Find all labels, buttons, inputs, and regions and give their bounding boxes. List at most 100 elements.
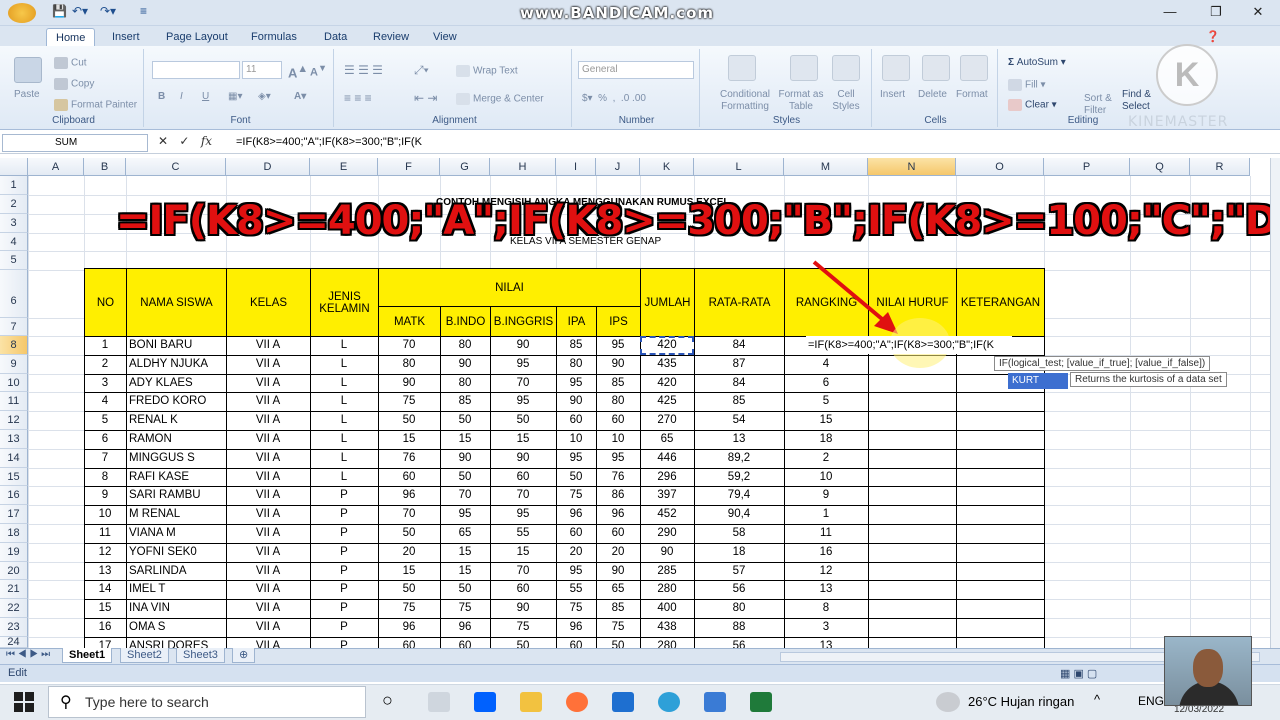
cell-rangking[interactable]: 2 [785,449,867,467]
row-header[interactable]: 3 [0,214,28,233]
cell-no[interactable]: 11 [85,524,125,542]
column-header[interactable]: L [694,158,784,176]
cell-nama[interactable]: ALDHY NJUKA [127,355,225,373]
cell-styles-button[interactable]: Cell Styles [826,89,866,113]
fill-color-icon[interactable]: ◈▾ [258,91,271,102]
cell-no[interactable]: 4 [85,392,125,410]
grow-font-icon[interactable]: A▲ [288,63,308,80]
cell-rata[interactable]: 90,4 [695,505,783,523]
tab-page-layout[interactable]: Page Layout [166,28,228,46]
cell-jumlah[interactable]: 280 [641,580,693,598]
shrink-font-icon[interactable]: A▼ [310,63,327,79]
cell-bindo[interactable]: 60 [441,637,489,648]
cell-ipa[interactable]: 96 [557,618,595,636]
help-icon[interactable]: ❓ [1206,28,1220,46]
cell-binggris[interactable]: 50 [491,411,555,429]
paste-button[interactable]: Paste [14,89,40,100]
format-as-table-button[interactable]: Format as Table [778,89,824,113]
sheet-tab-2[interactable]: Sheet2 [120,648,169,663]
cell-nama[interactable]: ANSRI DORES [127,637,225,648]
cell-binggris[interactable]: 90 [491,449,555,467]
cell-rata[interactable]: 79,4 [695,486,783,504]
row-header[interactable]: 1 [0,176,28,195]
format-painter-button[interactable]: Format Painter [71,100,137,111]
cell-matk[interactable]: 15 [379,562,439,580]
currency-icon[interactable]: $▾ % , .0 .00 [582,93,646,104]
tab-review[interactable]: Review [373,28,409,46]
cell-no[interactable]: 7 [85,449,125,467]
cell-jumlah[interactable]: 420 [641,374,693,392]
cell-binggris[interactable]: 55 [491,524,555,542]
cell-ipa[interactable]: 20 [557,543,595,561]
cell-jenis[interactable]: L [311,411,377,429]
row-header[interactable]: 18 [0,524,28,543]
row-header[interactable]: 14 [0,448,28,468]
cell-matk[interactable]: 70 [379,336,439,354]
cell-jumlah[interactable]: 285 [641,562,693,580]
row-header[interactable]: 11 [0,392,28,412]
column-header[interactable]: P [1044,158,1130,176]
cell-kelas[interactable]: VII A [227,336,309,354]
cell-ips[interactable]: 76 [597,468,639,486]
cell-ips[interactable]: 85 [597,374,639,392]
cell-rangking[interactable]: 13 [785,580,867,598]
cell-ipa[interactable]: 95 [557,449,595,467]
row-header[interactable]: 12 [0,411,28,430]
number-format-combo[interactable]: General [578,61,694,79]
windows-start-icon[interactable] [14,692,34,712]
close-button[interactable]: ✕ [1238,2,1278,22]
column-header[interactable]: B [84,158,126,176]
cell-jenis[interactable]: L [311,468,377,486]
weather-text[interactable]: 26°C Hujan ringan [968,694,1074,709]
multitask-icon[interactable] [428,692,450,712]
cell-bindo[interactable]: 96 [441,618,489,636]
column-header[interactable]: F [378,158,440,176]
cell-rangking[interactable]: 18 [785,430,867,448]
cell-ipa[interactable]: 50 [557,468,595,486]
cell-rangking[interactable]: 6 [785,374,867,392]
cell-kelas[interactable]: VII A [227,524,309,542]
cell-no[interactable]: 13 [85,562,125,580]
cell-ipa[interactable]: 55 [557,580,595,598]
cell-binggris[interactable]: 95 [491,392,555,410]
cell-bindo[interactable]: 95 [441,505,489,523]
office-button[interactable] [8,3,36,23]
cell-bindo[interactable]: 65 [441,524,489,542]
cell-jenis[interactable]: P [311,524,377,542]
cell-rata[interactable]: 84 [695,336,783,354]
row-header[interactable]: 6 [0,270,28,318]
cell-jenis[interactable]: P [311,543,377,561]
cell-no[interactable]: 3 [85,374,125,392]
cell-matk[interactable]: 20 [379,543,439,561]
row-header[interactable]: 20 [0,561,28,581]
mail-icon[interactable] [612,692,634,712]
cell-rata[interactable]: 85 [695,392,783,410]
cell-rata[interactable]: 56 [695,580,783,598]
cell-kelas[interactable]: VII A [227,580,309,598]
cell-jumlah[interactable]: 65 [641,430,693,448]
cell-bindo[interactable]: 50 [441,580,489,598]
cell-bindo[interactable]: 85 [441,392,489,410]
wrap-text-button[interactable]: Wrap Text [473,66,518,77]
cell-no[interactable]: 9 [85,486,125,504]
cell-ipa[interactable]: 10 [557,430,595,448]
cell-rata[interactable]: 84 [695,374,783,392]
cell-ips[interactable]: 90 [597,355,639,373]
cell-rangking[interactable]: 3 [785,618,867,636]
tab-formulas[interactable]: Formulas [251,28,297,46]
row-header[interactable]: 7 [0,318,28,336]
cell-matk[interactable]: 80 [379,355,439,373]
cell-ipa[interactable]: 90 [557,392,595,410]
border-icon[interactable]: ▦▾ [228,91,242,102]
cell-matk[interactable]: 50 [379,524,439,542]
maximize-button[interactable]: ❐ [1196,2,1236,22]
cell-kelas[interactable]: VII A [227,468,309,486]
cell-rangking[interactable]: 12 [785,562,867,580]
cell-jenis[interactable]: L [311,355,377,373]
cell-jenis[interactable]: L [311,336,377,354]
cell-bindo[interactable]: 50 [441,411,489,429]
tab-home[interactable]: Home [46,28,96,46]
cell-no[interactable]: 14 [85,580,125,598]
cell-jumlah[interactable]: 425 [641,392,693,410]
tab-insert[interactable]: Insert [112,28,140,46]
